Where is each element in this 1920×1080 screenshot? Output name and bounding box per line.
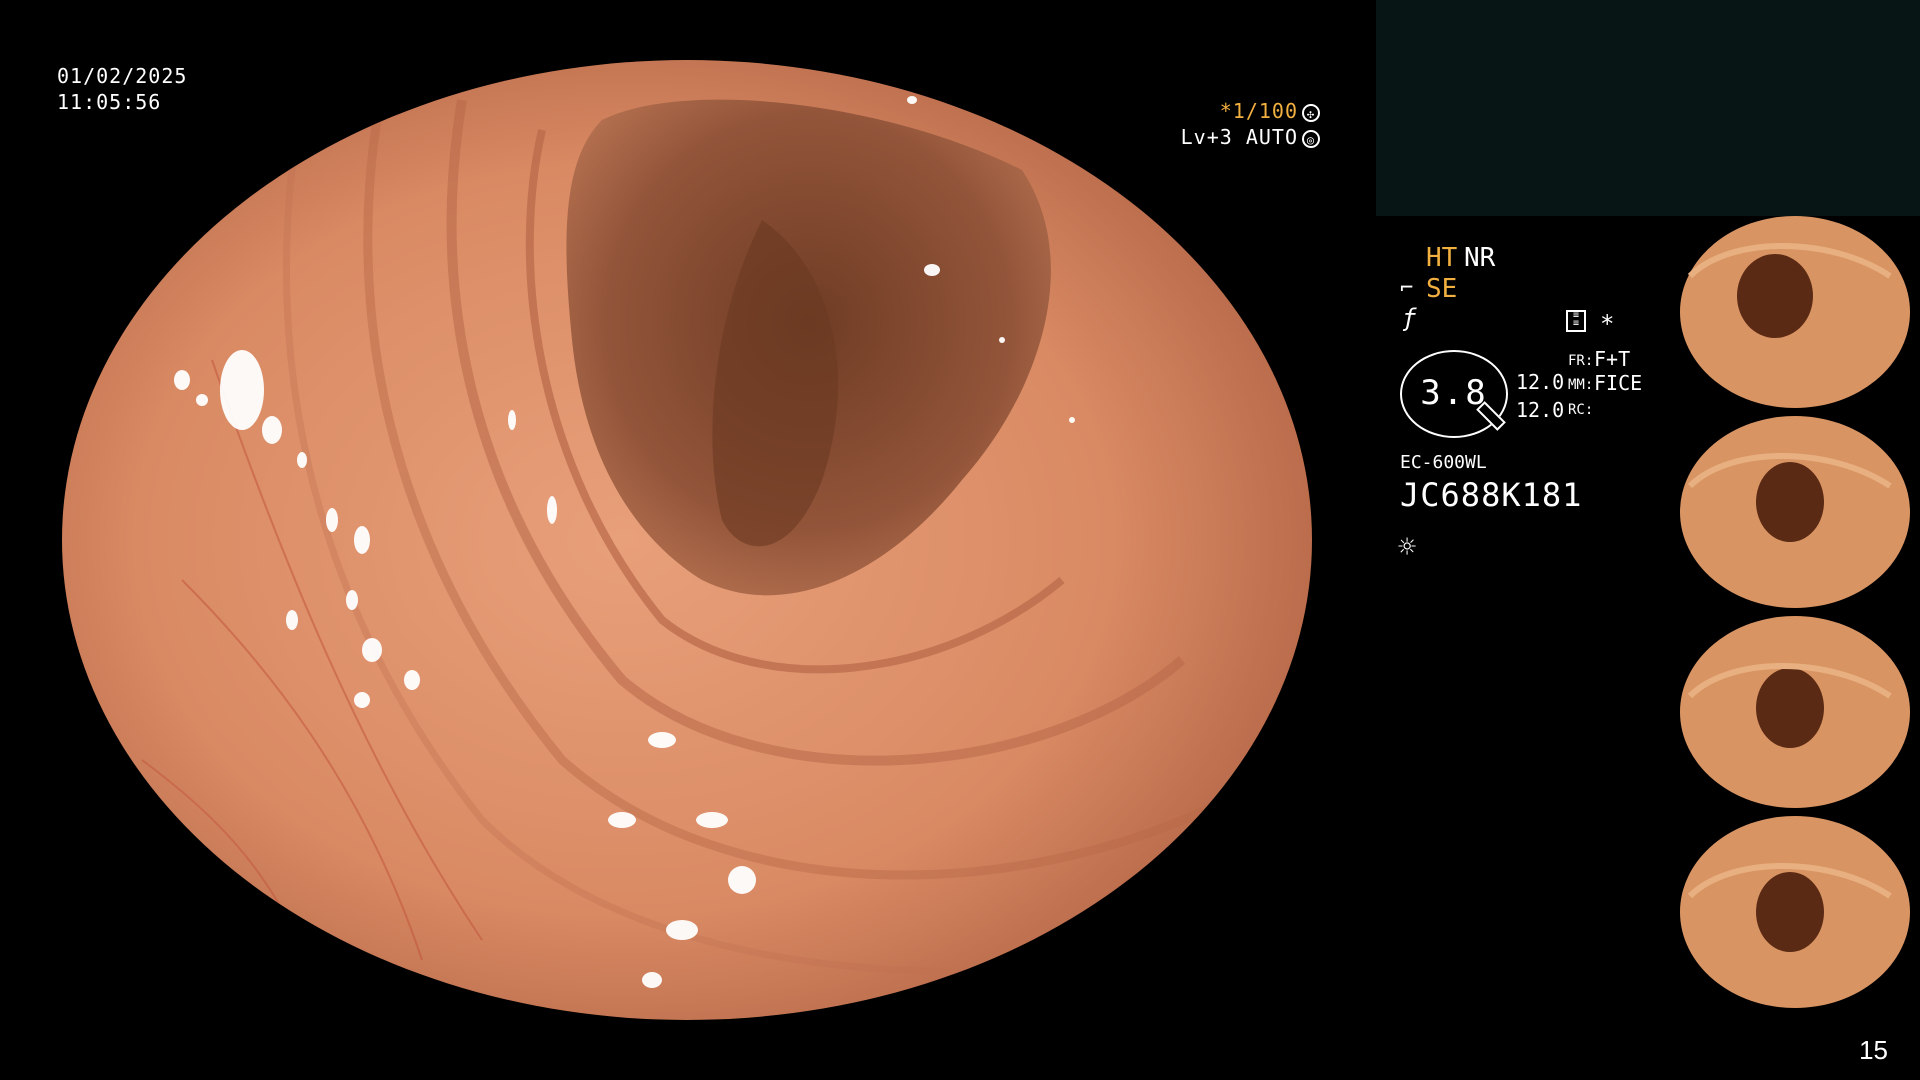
- time-text: 11:05:56: [57, 90, 162, 114]
- mode-nr: NR: [1464, 243, 1496, 273]
- scope-model: EC-600WL: [1400, 452, 1487, 473]
- endoscope-view: [62, 60, 1312, 1020]
- shutter-speed: *1/100: [1219, 99, 1298, 123]
- scope-serial: JC688K181: [1400, 476, 1583, 514]
- fr-value: F+T: [1594, 347, 1631, 371]
- scope-icon: ⌐: [1400, 276, 1414, 301]
- zoom-value: 3.8: [1420, 373, 1488, 413]
- thumbnail[interactable]: [1670, 416, 1920, 608]
- timestamp: 01/02/2025 11:05:56: [57, 63, 187, 115]
- thumbnail[interactable]: [1670, 816, 1920, 1008]
- status-panel: HT NR ⌐ SE ƒ ≡ ≡ * 3.8 12.0 12.0 FR: F+T …: [1398, 240, 1658, 570]
- sun-icon: ☼: [1398, 530, 1417, 565]
- value-2: 12.0: [1516, 398, 1565, 422]
- f-icon: ƒ: [1402, 304, 1417, 332]
- aperture-icon: ✣: [1302, 103, 1320, 122]
- mm-label: MM:: [1568, 377, 1594, 393]
- mm-value: FICE: [1594, 371, 1643, 395]
- page-number: 15: [1859, 1035, 1888, 1065]
- top-info-panel: [1376, 0, 1920, 216]
- value-1: 12.0: [1516, 370, 1565, 394]
- thumbnail[interactable]: [1670, 216, 1920, 408]
- focus-icon: ◎: [1302, 129, 1320, 148]
- date-text: 01/02/2025: [57, 64, 188, 88]
- star-icon: *: [1600, 310, 1615, 338]
- mode-se: SE: [1426, 274, 1458, 304]
- doc-icon: ≡ ≡: [1566, 310, 1586, 332]
- mode-ht: HT: [1426, 243, 1458, 273]
- thumbnail-strip: [1670, 216, 1920, 1016]
- exposure-readout: *1/100 ✣ Lv+3 AUTO ◎: [1181, 98, 1320, 150]
- rc-label: RC:: [1568, 402, 1594, 418]
- fr-label: FR:: [1568, 353, 1594, 369]
- thumbnail[interactable]: [1670, 616, 1920, 808]
- level-mode: Lv+3 AUTO: [1180, 125, 1298, 149]
